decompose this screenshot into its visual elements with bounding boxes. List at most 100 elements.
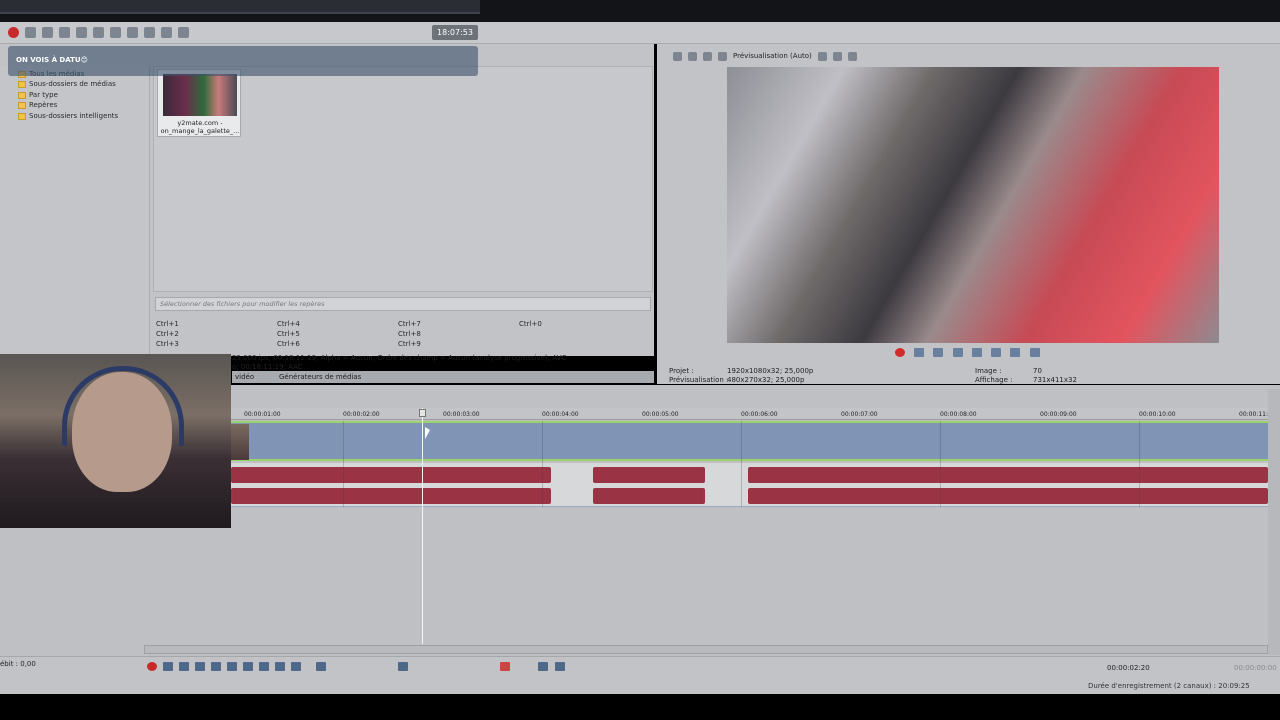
go-end-icon[interactable]: [1029, 348, 1040, 357]
image-values: 70 731x411x32: [1033, 367, 1077, 385]
playhead-handle[interactable]: [419, 409, 426, 417]
properties-icon[interactable]: [93, 27, 104, 38]
redo-icon[interactable]: [144, 27, 155, 38]
bitrate-label: ébit : 0,00: [0, 660, 36, 668]
folder-icon: [18, 91, 26, 99]
tick-label: 00:00:07:00: [841, 411, 878, 418]
record-icon[interactable]: [8, 27, 19, 38]
preview-mode[interactable]: Prévisualisation (Auto): [733, 52, 812, 60]
play-icon[interactable]: [952, 348, 963, 357]
shortcut: Ctrl+7: [398, 320, 421, 328]
tick-label: 00:00:08:00: [940, 411, 977, 418]
play-from-start-icon[interactable]: [933, 348, 944, 357]
media-name-line2: on_mange_la_galette_...: [160, 127, 240, 135]
explorer-tree: Tous les médias Sous-dossiers de médias …: [0, 66, 150, 354]
status-bar: Durée d'enregistrement (2 canaux) : 20:0…: [0, 678, 1280, 694]
shortcut: Ctrl+8: [398, 330, 421, 338]
tree-label: Par type: [29, 91, 58, 99]
tick-label: 00:00:03:00: [443, 411, 480, 418]
marker-icon[interactable]: [500, 662, 510, 671]
media-info: 25,000 ips; 00:18:11:19; Alpha = Aucun; …: [232, 354, 652, 372]
save-icon[interactable]: [59, 27, 70, 38]
media-thumbnail[interactable]: y2mate.com - on_mange_la_galette_...: [157, 69, 241, 137]
preview-value: 480x270x32; 25,000p: [727, 376, 805, 384]
explorer-tabs: vidéo Générateurs de médias: [232, 371, 654, 383]
gridline: [1139, 421, 1140, 507]
edit-tool-icon[interactable]: [316, 662, 326, 671]
playhead-line[interactable]: [422, 408, 423, 644]
snap-icon[interactable]: [538, 662, 548, 671]
project-value: 1920x1080x32; 25,000p: [727, 367, 814, 375]
record-icon[interactable]: [147, 662, 157, 671]
track-headers: [0, 528, 140, 658]
preview-quality-icon[interactable]: [718, 51, 727, 61]
marker-search-input[interactable]: Sélectionner des fichiers pour modifier …: [155, 297, 651, 311]
play-icon[interactable]: [195, 662, 205, 671]
help-icon[interactable]: [178, 27, 189, 38]
shortcut: Ctrl+1: [156, 320, 179, 328]
auto-ripple-icon[interactable]: [555, 662, 565, 671]
bottom-black-bar: [0, 694, 1280, 720]
go-start-icon[interactable]: [1010, 348, 1021, 357]
timeline-scrollbar-vertical[interactable]: [1268, 389, 1280, 655]
shortcut: Ctrl+3: [156, 340, 179, 348]
project-info: Projet : Prévisualisation :: [669, 367, 728, 385]
shortcut: Ctrl+6: [277, 340, 300, 348]
media-name: y2mate.com - on_mange_la_galette_...: [158, 119, 242, 135]
folder-icon: [18, 112, 26, 120]
play-from-start-icon[interactable]: [179, 662, 189, 671]
render-icon[interactable]: [76, 27, 87, 38]
video-track[interactable]: [231, 421, 1268, 461]
preview-settings-icon[interactable]: [673, 51, 682, 61]
tree-item-subfolders[interactable]: Sous-dossiers de médias: [18, 79, 116, 89]
preview-fx-icon[interactable]: [703, 51, 712, 61]
record-icon[interactable]: [895, 348, 905, 357]
pause-icon[interactable]: [971, 348, 982, 357]
project-label: Projet :: [669, 367, 694, 375]
save-snapshot-icon[interactable]: [847, 51, 857, 61]
record-time-secondary: 00:00:00:00: [1234, 664, 1277, 672]
timeline-ruler[interactable]: 00:00:01:00 00:00:02:00 00:00:03:00 00:0…: [231, 408, 1268, 420]
undo-icon[interactable]: [127, 27, 138, 38]
media-info-line1: 25,000 ips; 00:18:11:19; Alpha = Aucun; …: [232, 354, 567, 362]
shortcut: Ctrl+5: [277, 330, 300, 338]
top-strip: [0, 0, 480, 14]
next-frame-icon[interactable]: [291, 662, 301, 671]
brush-icon[interactable]: [161, 27, 172, 38]
shortcut: Ctrl+0: [519, 320, 542, 328]
audio-waveform: [231, 488, 551, 504]
tree-item-markers[interactable]: Repères: [18, 100, 57, 110]
audio-waveform: [231, 467, 551, 483]
audio-waveform: [748, 467, 1268, 483]
paste-icon[interactable]: [110, 27, 121, 38]
loop-icon[interactable]: [163, 662, 173, 671]
new-icon[interactable]: [25, 27, 36, 38]
open-icon[interactable]: [42, 27, 53, 38]
preview-screen-icon[interactable]: [688, 51, 697, 61]
go-start-icon[interactable]: [243, 662, 253, 671]
tree-item-smart-folders[interactable]: Sous-dossiers intelligents: [18, 111, 118, 121]
overlay-text: ON VOIS À DATU😊: [16, 56, 88, 64]
tab-media-generators[interactable]: Générateurs de médias: [276, 371, 364, 383]
delete-icon[interactable]: [398, 662, 408, 671]
folder-icon: [18, 101, 26, 109]
main-toolbar: [0, 22, 1280, 44]
go-end-icon[interactable]: [259, 662, 269, 671]
loop-icon[interactable]: [914, 348, 925, 357]
tree-item-by-type[interactable]: Par type: [18, 90, 58, 100]
tick-label: 00:00:06:00: [741, 411, 778, 418]
copy-snapshot-icon[interactable]: [832, 51, 842, 61]
record-duration: Durée d'enregistrement (2 canaux) : 20:0…: [1088, 682, 1250, 690]
tab-video[interactable]: vidéo: [232, 371, 257, 383]
grid-icon[interactable]: [817, 51, 827, 61]
tick-label: 00:00:01:00: [244, 411, 281, 418]
audio-track[interactable]: [231, 463, 1268, 507]
image-info: Image : Affichage :: [975, 367, 1012, 385]
timeline-scrollbar-horizontal[interactable]: [144, 645, 1268, 654]
prev-frame-icon[interactable]: [275, 662, 285, 671]
display-label: Affichage :: [975, 376, 1013, 384]
stop-icon[interactable]: [227, 662, 237, 671]
pause-icon[interactable]: [211, 662, 221, 671]
stop-icon[interactable]: [991, 348, 1002, 357]
record-time: 00:00:02:20: [1107, 664, 1150, 672]
